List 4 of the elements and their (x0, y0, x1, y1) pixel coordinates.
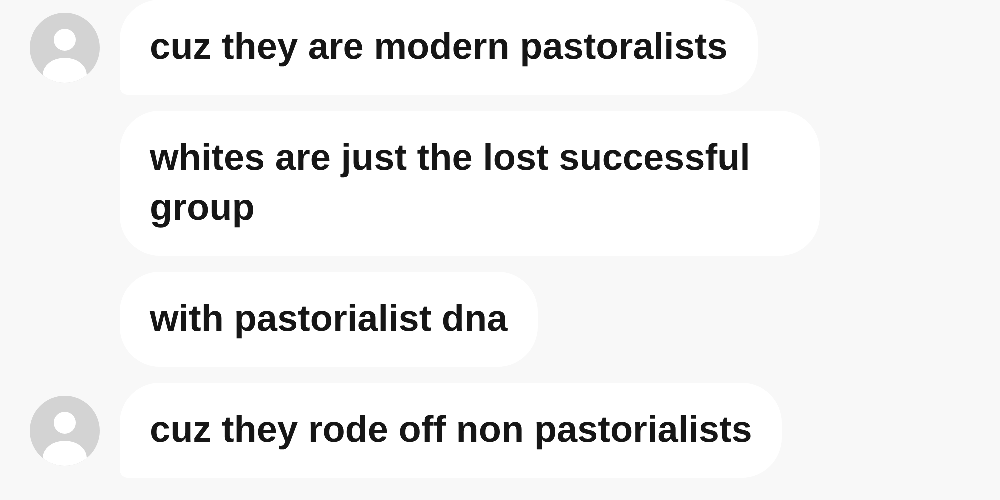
message-bubble: cuz they rode off non pastorialists (120, 383, 782, 478)
message-bubble: with pastorialist dna (120, 272, 538, 367)
message-bubble: cuz they are modern pastoralists (120, 0, 758, 95)
message-bubble: whites are just the lost successful group (120, 111, 820, 256)
